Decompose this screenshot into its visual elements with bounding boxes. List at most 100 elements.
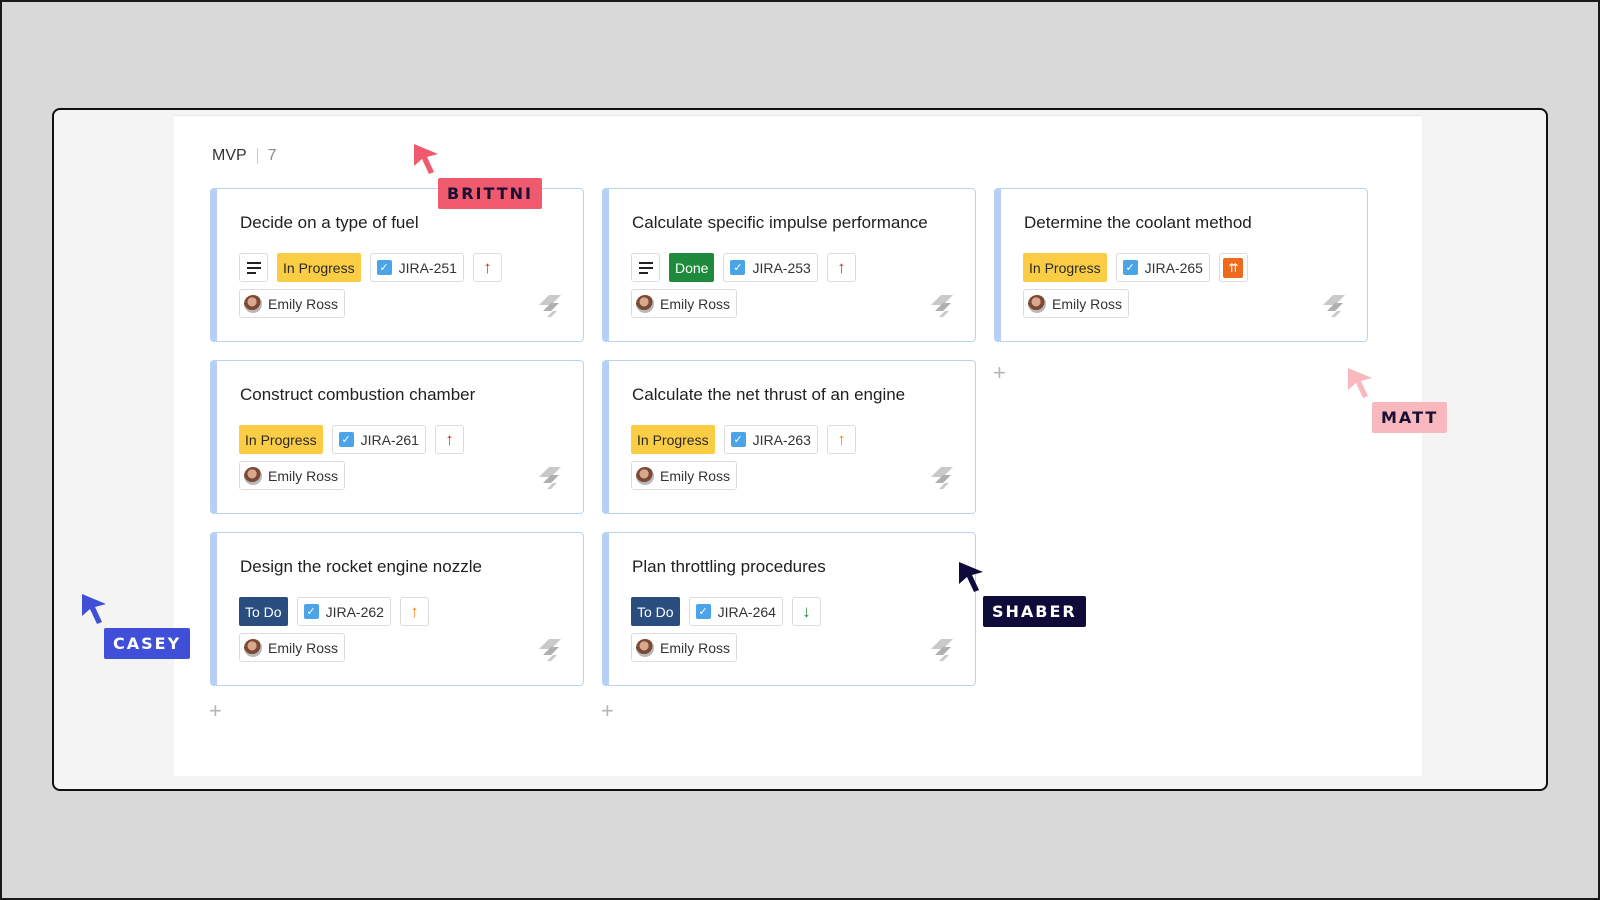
avatar [1028, 294, 1046, 313]
assignee-chip[interactable]: Emily Ross [631, 633, 738, 662]
assignee-chip[interactable]: Emily Ross [631, 461, 738, 490]
assignee-name: Emily Ross [268, 295, 339, 312]
assignee-name: Emily Ross [660, 639, 731, 656]
add-card-button-col1[interactable]: + [209, 700, 222, 722]
issue-card[interactable]: Plan throttling procedures To Do ✓ JIRA-… [602, 532, 976, 686]
issue-card[interactable]: Calculate specific impulse performance D… [602, 188, 976, 342]
group-separator [256, 148, 258, 164]
issue-key: JIRA-253 [752, 259, 811, 276]
assignee-chip[interactable]: Emily Ross [239, 461, 346, 490]
status-badge[interactable]: Done [669, 253, 715, 282]
jira-logo-icon [1323, 295, 1345, 317]
checkbox-icon: ✓ [303, 604, 319, 619]
priority-medium-icon: ↑ [837, 429, 846, 449]
issue-card[interactable]: Design the rocket engine nozzle To Do ✓ … [210, 532, 584, 686]
card-fields: In Progress ✓ JIRA-263 ↑ [631, 425, 856, 454]
checkbox-icon: ✓ [730, 260, 746, 275]
jira-logo-icon [931, 295, 953, 317]
status-badge[interactable]: To Do [631, 597, 680, 626]
card-title[interactable]: Design the rocket engine nozzle [240, 557, 482, 577]
cursor-label: BRITTNI [438, 178, 543, 209]
priority-chip[interactable]: ↑ [399, 597, 429, 626]
description-icon [246, 261, 261, 274]
avatar [636, 638, 654, 657]
jira-logo-icon [931, 467, 953, 489]
issue-key: JIRA-264 [717, 603, 776, 620]
jira-logo-icon [539, 639, 561, 661]
priority-chip[interactable]: ↓ [791, 597, 821, 626]
description-button[interactable] [631, 253, 660, 282]
issue-key-chip[interactable]: ✓ JIRA-264 [688, 597, 783, 626]
checkbox-icon: ✓ [730, 432, 746, 447]
issue-card[interactable]: Construct combustion chamber In Progress… [210, 360, 584, 514]
card-title[interactable]: Calculate specific impulse performance [632, 213, 928, 233]
card-title[interactable]: Determine the coolant method [1024, 213, 1252, 233]
checkbox-icon: ✓ [1122, 260, 1138, 275]
card-title[interactable]: Plan throttling procedures [632, 557, 826, 577]
assignee-chip[interactable]: Emily Ross [631, 289, 738, 318]
priority-high-icon: ↑ [445, 429, 454, 449]
add-card-button-col2[interactable]: + [601, 700, 614, 722]
card-fields: In Progress ✓ JIRA-251 ↑ [239, 253, 502, 282]
avatar [244, 638, 262, 657]
status-badge[interactable]: In Progress [1023, 253, 1107, 282]
assignee-chip[interactable]: Emily Ross [239, 289, 346, 318]
avatar [244, 466, 262, 485]
jira-logo-icon [539, 467, 561, 489]
priority-high-icon: ↑ [483, 257, 492, 277]
description-button[interactable] [239, 253, 268, 282]
issue-key-chip[interactable]: ✓ JIRA-261 [331, 425, 426, 454]
issue-card[interactable]: Calculate the net thrust of an engine In… [602, 360, 976, 514]
priority-chip[interactable]: ⇈ [1218, 253, 1248, 282]
cursor-pointer-icon [1348, 368, 1372, 398]
issue-key: JIRA-265 [1144, 259, 1203, 276]
cursor-pointer-icon [959, 562, 983, 592]
card-title[interactable]: Construct combustion chamber [240, 385, 475, 405]
description-icon [638, 261, 653, 274]
status-badge[interactable]: In Progress [239, 425, 323, 454]
add-card-button-col3[interactable]: + [993, 362, 1006, 384]
assignee-name: Emily Ross [268, 467, 339, 484]
cursor-pointer-icon [82, 594, 106, 624]
priority-chip[interactable]: ↑ [826, 253, 856, 282]
assignee-chip[interactable]: Emily Ross [1023, 289, 1130, 318]
issue-key-chip[interactable]: ✓ JIRA-251 [369, 253, 464, 282]
priority-chip[interactable]: ↑ [472, 253, 502, 282]
issue-key-chip[interactable]: ✓ JIRA-263 [723, 425, 818, 454]
cursor-pointer-icon [414, 144, 438, 174]
issue-card[interactable]: Decide on a type of fuel In Progress ✓ J… [210, 188, 584, 342]
issue-key: JIRA-263 [752, 431, 811, 448]
priority-medium-icon: ↑ [410, 601, 419, 621]
cursor-label: SHABER [983, 596, 1086, 627]
issue-key-chip[interactable]: ✓ JIRA-265 [1115, 253, 1210, 282]
issue-card[interactable]: Determine the coolant method In Progress… [994, 188, 1368, 342]
checkbox-icon: ✓ [376, 260, 392, 275]
avatar [636, 466, 654, 485]
avatar [244, 294, 262, 313]
status-badge[interactable]: In Progress [277, 253, 361, 282]
cursor-label: CASEY [104, 628, 191, 659]
card-title[interactable]: Decide on a type of fuel [240, 213, 419, 233]
status-badge[interactable]: In Progress [631, 425, 715, 454]
card-title[interactable]: Calculate the net thrust of an engine [632, 385, 905, 405]
issue-key: JIRA-251 [398, 259, 457, 276]
priority-high-icon: ↑ [837, 257, 846, 277]
group-count: 7 [267, 147, 277, 164]
status-badge[interactable]: To Do [239, 597, 288, 626]
issue-key-chip[interactable]: ✓ JIRA-253 [723, 253, 818, 282]
checkbox-icon: ✓ [338, 432, 354, 447]
priority-chip[interactable]: ↑ [826, 425, 856, 454]
checkbox-icon: ✓ [695, 604, 711, 619]
assignee-name: Emily Ross [1052, 295, 1123, 312]
group-header: MVP 7 [212, 145, 277, 167]
card-fields: To Do ✓ JIRA-264 ↓ [631, 597, 821, 626]
assignee-chip[interactable]: Emily Ross [239, 633, 346, 662]
jira-logo-icon [931, 639, 953, 661]
card-fields: In Progress ✓ JIRA-265 ⇈ [1023, 253, 1248, 282]
group-name: MVP [212, 147, 247, 164]
priority-chip[interactable]: ↑ [434, 425, 464, 454]
assignee-name: Emily Ross [660, 295, 731, 312]
issue-key: JIRA-261 [360, 431, 419, 448]
issue-key-chip[interactable]: ✓ JIRA-262 [296, 597, 391, 626]
card-fields: Done ✓ JIRA-253 ↑ [631, 253, 856, 282]
